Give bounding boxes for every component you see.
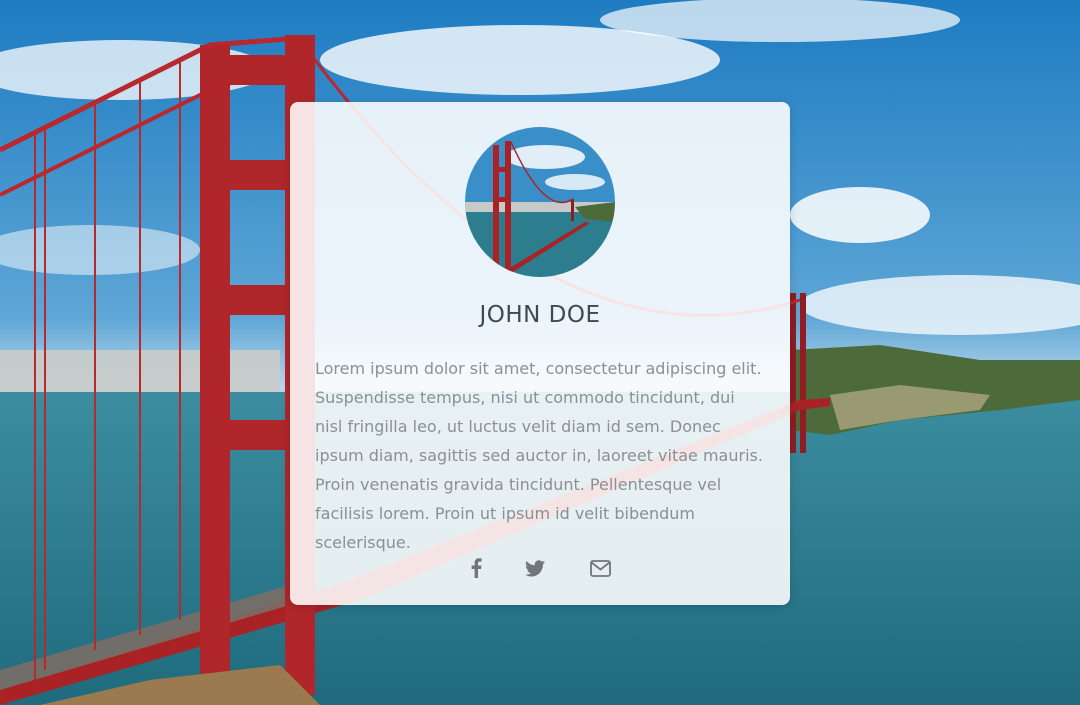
avatar-image — [465, 127, 615, 277]
facebook-icon — [471, 558, 482, 578]
twitter-link[interactable] — [521, 554, 549, 582]
profile-name: JOHN DOE — [479, 302, 601, 328]
envelope-icon — [589, 559, 611, 577]
profile-card: JOHN DOE Lorem ipsum dolor sit amet, con… — [290, 102, 790, 605]
email-link[interactable] — [586, 554, 614, 582]
avatar — [465, 127, 615, 277]
social-links — [290, 554, 790, 584]
profile-bio: Lorem ipsum dolor sit amet, consectetur … — [315, 359, 763, 552]
facebook-link[interactable] — [462, 554, 490, 582]
twitter-icon — [525, 559, 545, 576]
